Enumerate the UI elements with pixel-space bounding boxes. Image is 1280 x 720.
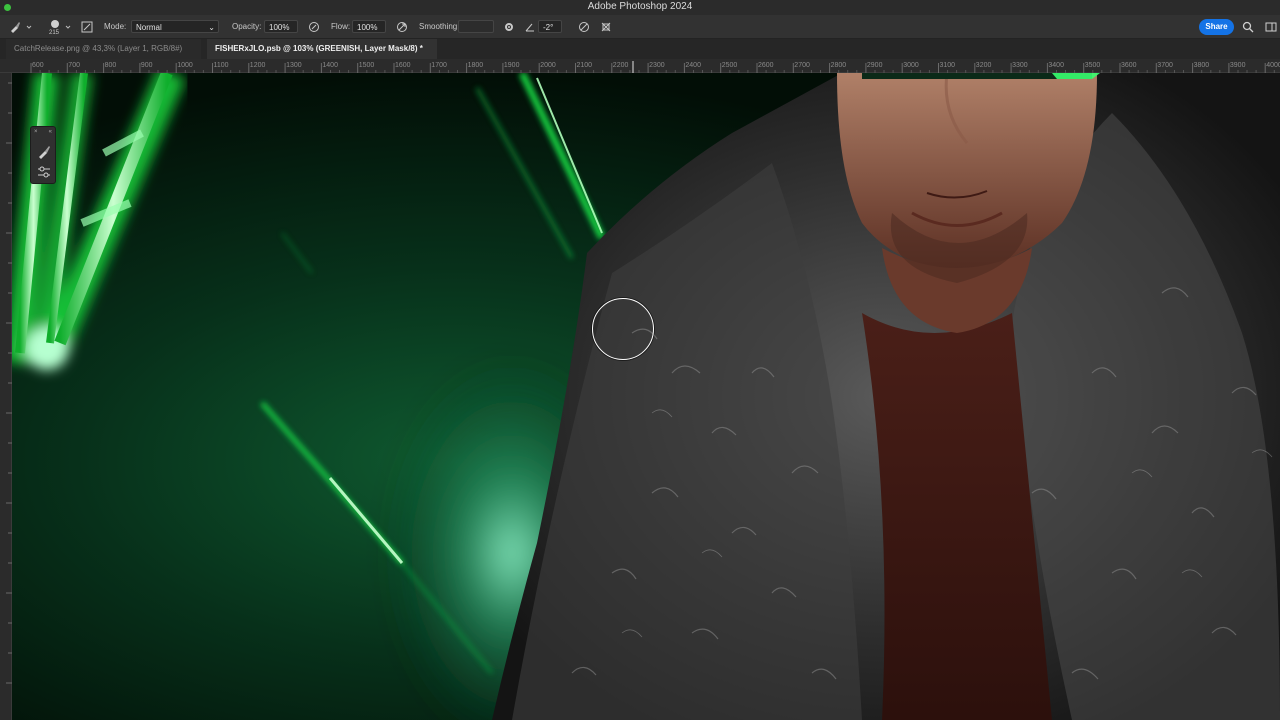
ruler-label: 2900: [866, 62, 883, 69]
ruler-label: 2400: [685, 62, 701, 69]
brush-picker-chevron-icon[interactable]: [63, 20, 73, 34]
artwork-image: [12, 73, 1280, 720]
ruler-label: 1100: [213, 62, 229, 69]
ruler-label: 2500: [721, 62, 738, 69]
tab-label: CatchRelease.png @ 43,3% (Layer 1, RGB/8…: [14, 44, 183, 53]
mode-dropdown[interactable]: Normal ⌄: [131, 20, 219, 33]
vertical-ruler[interactable]: [0, 73, 12, 720]
brush-panel-icon[interactable]: [36, 145, 52, 164]
angle-field[interactable]: -2°: [538, 20, 562, 33]
brush-angle-icon: [523, 20, 537, 34]
ruler-label: 600: [32, 62, 44, 69]
ruler-label: 3600: [1121, 62, 1137, 69]
ruler-label: 900: [140, 62, 153, 69]
ruler-label: 3200: [975, 62, 992, 69]
ruler-label: 2100: [576, 62, 593, 69]
workspace-icon[interactable]: [1264, 20, 1278, 34]
search-icon[interactable]: [1241, 20, 1255, 34]
ruler-label: 700: [68, 62, 80, 69]
horizontal-ruler[interactable]: 600 700 800 900 1000 1100 1200 1300 1400 1500 1600…: [0, 59, 1280, 73]
ruler-label: 3700: [1157, 62, 1173, 69]
ruler-label: 1600: [395, 62, 411, 69]
brush-cursor: [592, 298, 654, 360]
mode-value: Normal: [136, 23, 162, 32]
ruler-label: 3100: [939, 62, 956, 69]
title-bar: Adobe Photoshop 2024: [0, 0, 1280, 15]
ruler-label: 3300: [1012, 62, 1028, 69]
angle-value: -2°: [543, 23, 554, 32]
smoothing-label: Smoothing:: [419, 22, 460, 31]
ruler-label: 1400: [322, 62, 338, 69]
ruler-label: 800: [104, 62, 117, 69]
smoothing-field[interactable]: [458, 20, 494, 33]
document-canvas[interactable]: [12, 73, 1280, 720]
mode-chevron-icon: ⌄: [208, 23, 215, 32]
pressure-size-icon[interactable]: [577, 20, 591, 34]
ruler-label: 3000: [903, 62, 919, 69]
tab-fisherxjlo[interactable]: FISHERxJLO.psb @ 103% (GREENISH, Layer M…: [207, 39, 437, 59]
ruler-label: 3800: [1193, 62, 1210, 69]
flow-label: Flow:: [331, 22, 351, 31]
ruler-label: 2800: [830, 62, 847, 69]
brush-settings-icon[interactable]: [36, 165, 52, 184]
ruler-label: 1000: [177, 62, 193, 69]
opacity-label: Opacity:: [232, 22, 262, 31]
ruler-label: 1200: [249, 62, 266, 69]
tab-catchrelease[interactable]: CatchRelease.png @ 43,3% (Layer 1, RGB/8…: [6, 39, 201, 59]
ruler-label: 2600: [758, 62, 774, 69]
ruler-label: 3900: [1229, 62, 1246, 69]
brush-preview-icon[interactable]: [48, 17, 62, 31]
tool-preset-chevron-icon[interactable]: [24, 20, 34, 34]
panel-close-icon[interactable]: ×: [34, 129, 38, 135]
ruler-label: 4000: [1266, 62, 1280, 69]
opacity-field[interactable]: 100%: [264, 20, 298, 33]
ruler-label: 3400: [1048, 62, 1064, 69]
symmetry-icon[interactable]: [599, 20, 613, 34]
ruler-label: 2700: [794, 62, 810, 69]
ruler-label: 2200: [612, 62, 629, 69]
tab-label: FISHERxJLO.psb @ 103% (GREENISH, Layer M…: [215, 44, 423, 53]
brush-tool-icon[interactable]: [8, 20, 22, 34]
brush-size-readout: 215: [49, 30, 60, 36]
ruler-label: 3500: [1084, 62, 1101, 69]
vertical-ruler-ticks: [6, 82, 12, 684]
ruler-label: 1700: [431, 62, 447, 69]
ruler-label: 1900: [503, 62, 520, 69]
share-button[interactable]: Share: [1199, 19, 1234, 35]
opacity-value: 100%: [269, 23, 290, 32]
ruler-label: 1800: [467, 62, 484, 69]
pressure-opacity-icon[interactable]: [307, 20, 321, 34]
airbrush-icon[interactable]: [395, 20, 409, 34]
floating-tool-panel: × «: [30, 126, 56, 184]
ruler-label: 2000: [540, 62, 556, 69]
mode-label: Mode:: [104, 22, 127, 31]
document-tabs: CatchRelease.png @ 43,3% (Layer 1, RGB/8…: [0, 39, 1280, 59]
brush-settings-panel-icon[interactable]: [80, 20, 94, 34]
ruler-label: 1300: [286, 62, 302, 69]
ruler-label: 1500: [358, 62, 375, 69]
smoothing-settings-gear-icon[interactable]: [502, 20, 516, 34]
ruler-label: 2300: [649, 62, 665, 69]
flow-value: 100%: [357, 23, 378, 32]
panel-collapse-icon[interactable]: «: [49, 129, 52, 135]
flow-field[interactable]: 100%: [352, 20, 386, 33]
app-title: Adobe Photoshop 2024: [587, 1, 693, 12]
options-bar: 215 Mode: Normal ⌄ Opacity: 100% Flow: 1…: [0, 15, 1280, 39]
